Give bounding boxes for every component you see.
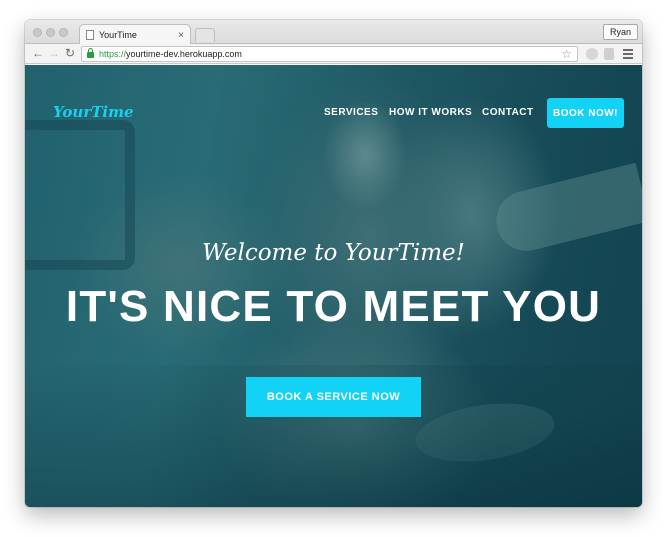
close-window-button[interactable] — [33, 28, 42, 37]
profile-button[interactable]: Ryan — [602, 24, 638, 40]
url-scheme: https:// — [99, 49, 127, 59]
maximize-window-button[interactable] — [59, 28, 68, 37]
hero-welcome-text: Welcome to YourTime! — [202, 240, 465, 266]
forward-arrow-icon[interactable]: → — [48, 46, 60, 61]
book-now-button[interactable]: BOOK NOW! — [547, 98, 624, 128]
lock-icon — [87, 48, 94, 58]
nav-how-it-works[interactable]: HOW IT WORKS — [389, 107, 472, 118]
close-tab-icon[interactable]: × — [178, 30, 184, 41]
nav-contact[interactable]: CONTACT — [482, 107, 534, 118]
back-arrow-icon[interactable]: ← — [32, 46, 44, 61]
extension-icon[interactable] — [586, 48, 598, 60]
minimize-window-button[interactable] — [46, 28, 55, 37]
new-tab-button[interactable] — [195, 28, 215, 42]
reload-icon[interactable]: ↻ — [65, 46, 75, 61]
hero-headline: IT'S NICE TO MEET YOU — [65, 282, 602, 331]
hero-section: YourTime SERVICES HOW IT WORKS CONTACT B… — [25, 65, 642, 507]
site-logo[interactable]: YourTime — [53, 103, 134, 121]
extension-icon[interactable] — [604, 48, 614, 60]
browser-toolbar: ← → ↻ https:// yourtime-dev.herokuapp.co… — [25, 44, 642, 64]
address-bar[interactable]: https:// yourtime-dev.herokuapp.com ☆ — [81, 46, 578, 62]
tab-yourtime[interactable]: YourTime × — [79, 24, 191, 45]
bookmark-star-icon[interactable]: ☆ — [561, 47, 572, 61]
tab-strip: YourTime × Ryan — [25, 20, 642, 45]
book-service-button[interactable]: BOOK A SERVICE NOW — [246, 377, 421, 417]
page-icon — [86, 30, 94, 40]
tab-title: YourTime — [99, 30, 137, 40]
menu-icon[interactable] — [623, 49, 633, 61]
url-host: yourtime-dev.herokuapp.com — [126, 49, 242, 59]
browser-window: YourTime × Ryan ← → ↻ https:// yourtime-… — [25, 20, 642, 507]
nav-services[interactable]: SERVICES — [324, 107, 378, 118]
